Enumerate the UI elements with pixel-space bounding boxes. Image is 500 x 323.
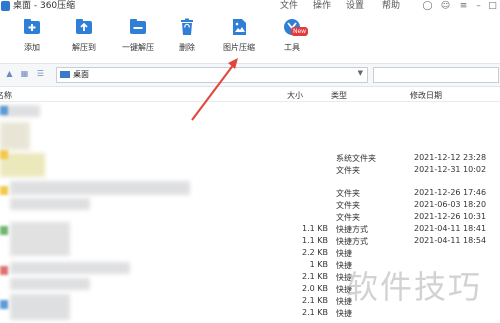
file-icon xyxy=(0,106,8,115)
file-date: 2021-12-31 10:02 xyxy=(414,165,487,174)
col-modified[interactable]: 修改日期 xyxy=(410,90,442,101)
minimize-icon[interactable]: – xyxy=(473,1,484,12)
file-type: 文件夹 xyxy=(336,201,360,210)
column-header: 名称 大小 类型 修改日期 xyxy=(0,87,500,102)
one-click-extract-label: 一键解压 xyxy=(122,43,154,52)
file-size: 2.2 KB xyxy=(302,248,328,257)
skin-icon[interactable]: ◯ xyxy=(422,1,433,12)
file-type: 文件夹 xyxy=(336,213,360,222)
image-compress-label: 图片压缩 xyxy=(223,43,255,52)
add-label: 添加 xyxy=(24,43,40,52)
menu-file[interactable]: 文件 xyxy=(280,0,298,12)
table-row[interactable]: 2.2 KB 快捷 xyxy=(0,248,500,260)
maximize-icon[interactable]: □ xyxy=(487,1,498,12)
toolbar: 添加 解压到 一键解压 删除 图片压缩 工具 New xyxy=(0,14,500,62)
file-date: 2021-04-11 18:41 xyxy=(414,224,487,233)
delete-icon xyxy=(178,18,196,36)
watermark-text: 软件技巧 xyxy=(346,268,483,306)
blurred-name xyxy=(0,122,30,150)
file-type: 快捷 xyxy=(336,309,352,318)
extract-to-button[interactable]: 解压到 xyxy=(66,18,102,53)
file-date: 2021-06-03 18:20 xyxy=(414,200,487,209)
table-row[interactable]: 文件夹 2021-06-03 18:20 xyxy=(0,200,500,212)
file-type: 快捷 xyxy=(336,249,352,258)
col-type[interactable]: 类型 xyxy=(331,90,347,101)
table-row[interactable]: 文件夹 2021-12-26 10:31 xyxy=(0,212,500,224)
tools-label: 工具 xyxy=(284,43,300,52)
menu-icon[interactable]: ≡ xyxy=(458,1,469,12)
file-date: 2021-12-26 10:31 xyxy=(414,212,487,221)
image-compress-icon xyxy=(230,18,248,36)
file-type: 快捷方式 xyxy=(336,237,368,246)
title-bar: 桌面 - 360压缩 文件 操作 设置 帮助 ◯ ☺ ≡ – □ xyxy=(0,0,500,14)
chevron-down-icon[interactable]: ▼ xyxy=(358,69,363,77)
table-row[interactable]: 文件夹 2021-12-26 17:46 xyxy=(0,188,500,200)
file-date: 2021-12-26 17:46 xyxy=(414,188,487,197)
feedback-icon[interactable]: ☺ xyxy=(440,1,451,12)
menu-settings[interactable]: 设置 xyxy=(346,0,364,12)
list-view-icon[interactable]: ☰ xyxy=(36,69,45,78)
delete-button[interactable]: 删除 xyxy=(174,18,200,53)
extract-to-label: 解压到 xyxy=(72,43,96,52)
table-row[interactable]: 文件夹 2021-12-31 10:02 xyxy=(0,165,500,177)
extract-to-icon xyxy=(75,18,93,36)
app-icon xyxy=(1,1,10,11)
file-type: 快捷方式 xyxy=(336,225,368,234)
file-type: 文件夹 xyxy=(336,189,360,198)
add-button[interactable]: 添加 xyxy=(18,18,46,53)
file-size: 1 KB xyxy=(309,260,328,269)
file-size: 2.1 KB xyxy=(302,272,328,281)
table-row[interactable]: 2.1 KB 快捷 xyxy=(0,308,500,320)
menu-help[interactable]: 帮助 xyxy=(382,0,400,12)
col-name[interactable]: 名称 xyxy=(0,90,12,101)
delete-label: 删除 xyxy=(179,43,195,52)
details-view-icon[interactable]: ▦ xyxy=(20,69,29,78)
path-text: 桌面 xyxy=(73,70,89,79)
window-title: 桌面 - 360压缩 xyxy=(13,1,76,11)
col-size[interactable]: 大小 xyxy=(287,90,303,101)
one-click-extract-icon xyxy=(129,18,147,36)
table-row[interactable]: 1.1 KB 快捷方式 2021-04-11 18:54 xyxy=(0,236,500,248)
file-type: 文件夹 xyxy=(336,166,360,175)
path-input[interactable]: 桌面 ▼ xyxy=(56,67,368,83)
file-size: 2.1 KB xyxy=(302,308,328,317)
file-size: 1.1 KB xyxy=(302,224,328,233)
file-date: 2021-12-12 23:28 xyxy=(414,153,487,162)
add-icon xyxy=(23,18,41,36)
file-size: 2.0 KB xyxy=(302,284,328,293)
search-input[interactable] xyxy=(373,67,499,83)
image-compress-button[interactable]: 图片压缩 xyxy=(221,18,257,53)
file-size: 2.1 KB xyxy=(302,296,328,305)
address-bar: ▲ ▦ ☰ 桌面 ▼ xyxy=(0,63,500,87)
table-row[interactable]: 系统文件夹 2021-12-12 23:28 xyxy=(0,153,500,165)
new-badge: New xyxy=(291,27,309,36)
up-arrow-icon[interactable]: ▲ xyxy=(5,69,14,78)
file-size: 1.1 KB xyxy=(302,236,328,245)
table-row[interactable]: 1.1 KB 快捷方式 2021-04-11 18:41 xyxy=(0,224,500,236)
menu-operate[interactable]: 操作 xyxy=(313,0,331,12)
file-date: 2021-04-11 18:54 xyxy=(414,236,487,245)
folder-icon xyxy=(60,71,70,78)
one-click-extract-button[interactable]: 一键解压 xyxy=(116,18,160,53)
file-type: 系统文件夹 xyxy=(336,154,376,163)
